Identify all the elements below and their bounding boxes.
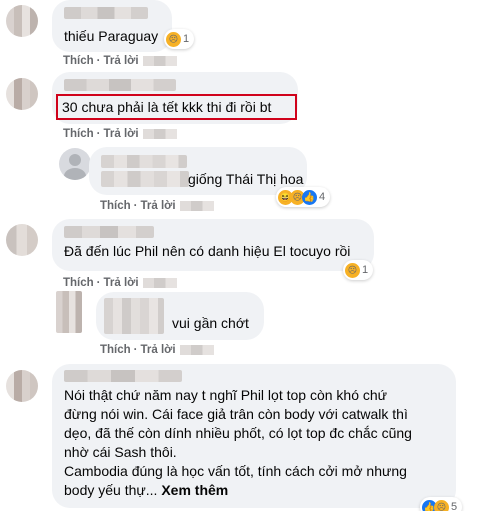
reply-bubble: giống Thái Thị hoa — [89, 147, 307, 195]
like-icon: 👍 — [302, 189, 317, 205]
comment-bubble: thiếu Paraguay — [52, 0, 172, 52]
timestamp-blurred[interactable] — [142, 277, 177, 288]
reply-link[interactable]: Trả lời — [104, 128, 139, 140]
reply-link[interactable]: Trả lời — [104, 277, 139, 289]
comment-bubble: Đã đến lúc Phil nên có danh hiệu El tocu… — [52, 219, 374, 271]
comment-actions: Thích · Trả lời — [63, 277, 177, 289]
see-more-link[interactable]: Xem thêm — [161, 482, 228, 498]
avatar[interactable] — [59, 148, 91, 180]
comment-bubble: Nói thật chứ năm nay t nghĩ Phil lọt top… — [52, 364, 456, 508]
reaction-count[interactable]: 👍 ☹ 5 — [420, 497, 463, 511]
avatar[interactable] — [6, 78, 38, 110]
replier-name-blurred[interactable] — [101, 155, 187, 168]
like-link[interactable]: Thích — [63, 277, 94, 289]
reply-link[interactable]: Trả lời — [141, 344, 176, 356]
comment-text-line: dẹo, đã thế còn dính nhiều phốt, có lọt … — [64, 425, 412, 441]
reaction-count[interactable]: 😆 ☹ 👍 4 — [276, 187, 331, 207]
like-link[interactable]: Thích — [63, 55, 94, 67]
reaction-count-value: 5 — [451, 501, 458, 511]
reaction-count[interactable]: ☹ 1 — [164, 29, 195, 49]
mention-blurred[interactable] — [101, 171, 189, 187]
reaction-count-value: 4 — [319, 191, 326, 203]
comment-text: Đã đến lúc Phil nên có danh hiệu El tocu… — [64, 243, 351, 259]
sad-emoji-icon: ☹ — [434, 499, 449, 511]
avatar[interactable] — [6, 5, 38, 37]
reaction-count-value: 1 — [362, 264, 369, 276]
separator-dot: · — [96, 277, 101, 289]
reply-text: vui gần chớt — [172, 315, 249, 331]
timestamp-blurred[interactable] — [179, 344, 214, 355]
commenter-name-blurred[interactable] — [64, 7, 148, 19]
separator-dot: · — [96, 128, 101, 140]
timestamp-blurred[interactable] — [142, 128, 177, 139]
sad-emoji-icon: ☹ — [345, 262, 360, 278]
comment-text-last-line: body yếu thự... Xem thêm — [64, 481, 228, 500]
avatar-head-shape — [69, 154, 81, 166]
like-link[interactable]: Thích — [63, 128, 94, 140]
comment-text-line: Cambodia đúng là học vấn tốt, tính cách … — [64, 463, 407, 479]
separator-dot: · — [133, 344, 138, 356]
avatar[interactable] — [6, 224, 38, 256]
commenter-name-blurred[interactable] — [64, 370, 182, 382]
reply-link[interactable]: Trả lời — [104, 55, 139, 67]
replier-name-blurred[interactable] — [104, 298, 164, 334]
reply-actions: Thích · Trả lời — [100, 344, 214, 356]
timestamp-blurred[interactable] — [179, 200, 214, 211]
comment-actions: Thích · Trả lời — [63, 55, 177, 67]
avatar-body-shape — [64, 168, 86, 180]
comment-text-line: Nói thật chứ năm nay t nghĩ Phil lọt top… — [64, 387, 388, 403]
like-link[interactable]: Thích — [100, 200, 131, 212]
comment-text-line: nhờ cái Sash thôi. — [64, 444, 177, 460]
comment-text-line: đừng nói win. Cái face giả trân còn body… — [64, 406, 408, 422]
commenter-name-blurred[interactable] — [64, 226, 154, 238]
avatar[interactable] — [6, 370, 38, 402]
comment-text: 30 chưa phải là tết kkk thi đi rồi bt — [62, 99, 272, 115]
commenter-name-blurred[interactable] — [64, 79, 176, 91]
comment-text: thiếu Paraguay — [64, 28, 159, 44]
avatar[interactable] — [56, 291, 82, 333]
separator-dot: · — [133, 200, 138, 212]
comment-actions: Thích · Trả lời — [63, 128, 177, 140]
like-link[interactable]: Thích — [100, 344, 131, 356]
timestamp-blurred[interactable] — [142, 55, 177, 66]
reaction-count-value: 1 — [183, 33, 190, 45]
reply-actions: Thích · Trả lời — [100, 200, 214, 212]
reaction-count[interactable]: ☹ 1 — [343, 260, 374, 280]
sad-emoji-icon: ☹ — [166, 31, 181, 47]
reply-link[interactable]: Trả lời — [141, 200, 176, 212]
truncated-text: body yếu thự... — [64, 482, 158, 498]
separator-dot: · — [96, 55, 101, 67]
reply-bubble: vui gần chớt — [96, 292, 264, 340]
